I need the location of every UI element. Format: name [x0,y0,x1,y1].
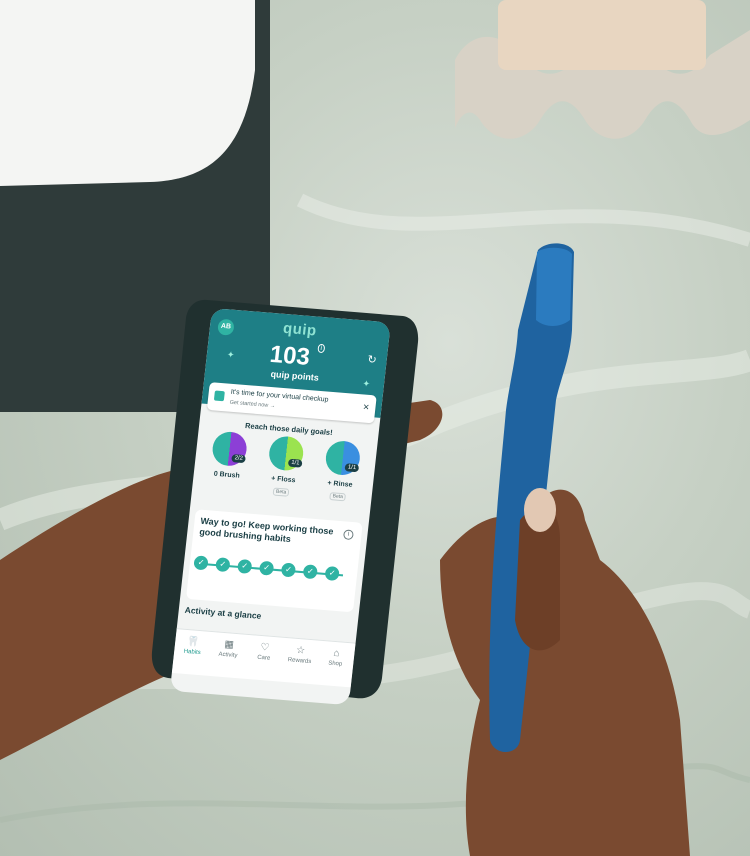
tab-label: Care [256,654,271,662]
check-icon: ✓ [236,558,253,574]
check-icon: ✓ [280,562,297,578]
goal-label: + Rinse [327,479,353,489]
tab-habits[interactable]: 🦷 Habits [174,635,212,657]
info-icon[interactable]: i [316,343,326,354]
bottom-tab-bar: 🦷 Habits ▦ Activity ♡ Care ☆ Rewards ⌂ Shop [171,628,356,688]
check-icon: ✓ [258,560,275,576]
goal-floss[interactable]: 1/1 + Floss Beta [256,435,313,509]
goal-label: 0 Brush [213,470,241,480]
beta-badge: Beta [272,487,290,497]
activity-title: Activity at a glance [184,604,262,621]
goal-rinse[interactable]: 1/1 + Rinse Beta [312,439,369,513]
points-number: 103 [268,340,312,371]
beta-badge: Beta [329,492,347,502]
check-icon: ✓ [324,565,340,582]
goal-badge: 2/2 [231,454,247,464]
card-title: Way to go! Keep working those good brush… [198,515,334,545]
check-icon: ✓ [215,557,231,573]
goal-badge: 1/1 [344,463,360,473]
tab-rewards[interactable]: ☆ Rewards [281,644,319,666]
tab-label: Habits [183,648,201,657]
check-icon: ✓ [193,555,209,571]
tooth-icon: 🦷 [186,636,201,648]
streak-checks: ✓ ✓ ✓ ✓ ✓ ✓ ✓ [193,553,354,586]
banner-cta[interactable]: Get started now → [229,400,275,410]
calendar-icon [213,390,225,402]
sparkle-icon: ✦ [361,378,371,389]
tab-activity[interactable]: ▦ Activity [210,638,248,660]
tab-label: Activity [218,651,238,660]
photo-scene: AB quip 103 i quip points ↻ ✦ ✦ It's tim… [0,0,750,856]
habits-card: Way to go! Keep working those good brush… [186,509,363,613]
info-icon[interactable]: i [342,529,354,541]
tab-label: Rewards [287,657,312,666]
close-icon[interactable]: ✕ [362,403,370,412]
tab-care[interactable]: ♡ Care [245,641,283,663]
calendar-icon: ▦ [223,639,235,651]
sparkle-icon: ✦ [226,349,235,360]
check-icon: ✓ [302,564,319,580]
goal-brush[interactable]: 2/2 0 Brush [199,430,256,504]
goal-label: + Floss [270,475,296,485]
bag-icon: ⌂ [332,647,340,660]
goal-badge: 1/1 [287,458,303,468]
refresh-icon[interactable]: ↻ [367,353,378,367]
tab-label: Shop [327,660,343,668]
tab-shop[interactable]: ⌂ Shop [317,647,355,669]
star-icon: ☆ [295,644,306,657]
care-icon: ♡ [259,641,270,654]
